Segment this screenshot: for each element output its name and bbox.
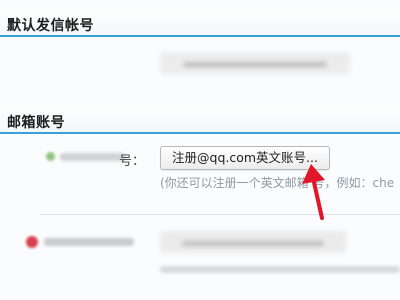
section-title-default-sender: 默认发信帐号 — [7, 18, 94, 34]
third-account-hint — [160, 266, 400, 273]
third-account-label — [44, 238, 134, 246]
qq-account-colon: 号： — [119, 154, 146, 169]
register-hint-text: (你还可以注册一个英文邮箱 号，例如：che — [160, 176, 395, 190]
third-account-button[interactable] — [160, 231, 346, 253]
account-status-icon — [46, 152, 55, 161]
section-title-mailbox-account: 邮箱账号 — [7, 115, 65, 131]
row-divider — [40, 214, 400, 215]
mailbox-account-header: 邮箱账号 — [0, 106, 400, 134]
qq-account-label — [60, 153, 126, 161]
default-sender-header: 默认发信帐号 — [0, 9, 400, 37]
account-avatar-icon — [26, 236, 38, 248]
default-sender-select[interactable] — [160, 52, 350, 74]
register-english-account-button[interactable]: 注册@qq.com英文账号... — [160, 146, 330, 170]
